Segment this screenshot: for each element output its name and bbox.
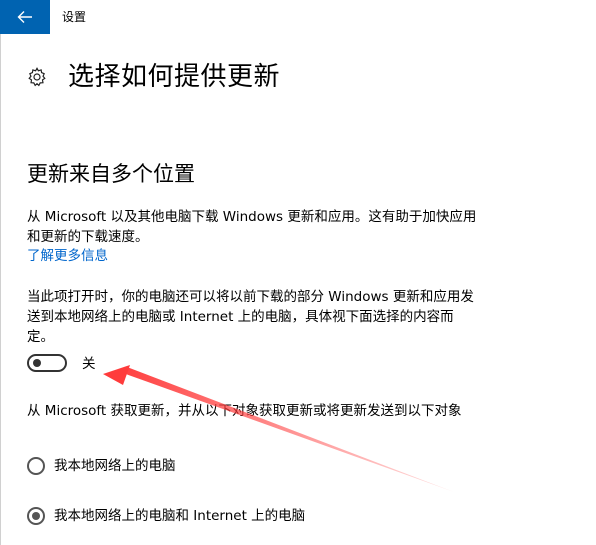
radio-button-selected[interactable] bbox=[27, 507, 45, 525]
window-border bbox=[0, 34, 1, 545]
window-title: 设置 bbox=[62, 10, 87, 24]
back-arrow-icon bbox=[17, 11, 32, 23]
toggle-knob bbox=[33, 359, 41, 367]
toggle-description: 当此项打开时，你的电脑还可以将以前下载的部分 Windows 更新和应用发送到本… bbox=[27, 289, 474, 345]
radio-option-local-and-internet[interactable]: 我本地网络上的电脑和 Internet 上的电脑 bbox=[27, 506, 305, 526]
options-description: 从 Microsoft 获取更新，并从以下对象获取更新或将更新发送到以下对象 bbox=[27, 403, 462, 419]
toggle-state-label: 关 bbox=[82, 356, 96, 372]
learn-more-link[interactable]: 了解更多信息 bbox=[27, 246, 108, 266]
delivery-toggle[interactable] bbox=[27, 354, 67, 372]
page-title: 选择如何提供更新 bbox=[68, 62, 281, 92]
radio-label: 我本地网络上的电脑和 Internet 上的电脑 bbox=[54, 508, 306, 524]
section-description: 从 Microsoft 以及其他电脑下载 Windows 更新和应用。这有助于加… bbox=[27, 209, 477, 245]
radio-option-local-network[interactable]: 我本地网络上的电脑 bbox=[27, 456, 176, 476]
gear-icon bbox=[28, 67, 46, 87]
section-title: 更新来自多个位置 bbox=[27, 162, 195, 186]
title-bar: 设置 bbox=[0, 0, 596, 34]
radio-button[interactable] bbox=[27, 457, 45, 475]
page-header: 选择如何提供更新 bbox=[26, 57, 280, 97]
back-button[interactable] bbox=[0, 0, 50, 34]
radio-label: 我本地网络上的电脑 bbox=[54, 458, 176, 474]
